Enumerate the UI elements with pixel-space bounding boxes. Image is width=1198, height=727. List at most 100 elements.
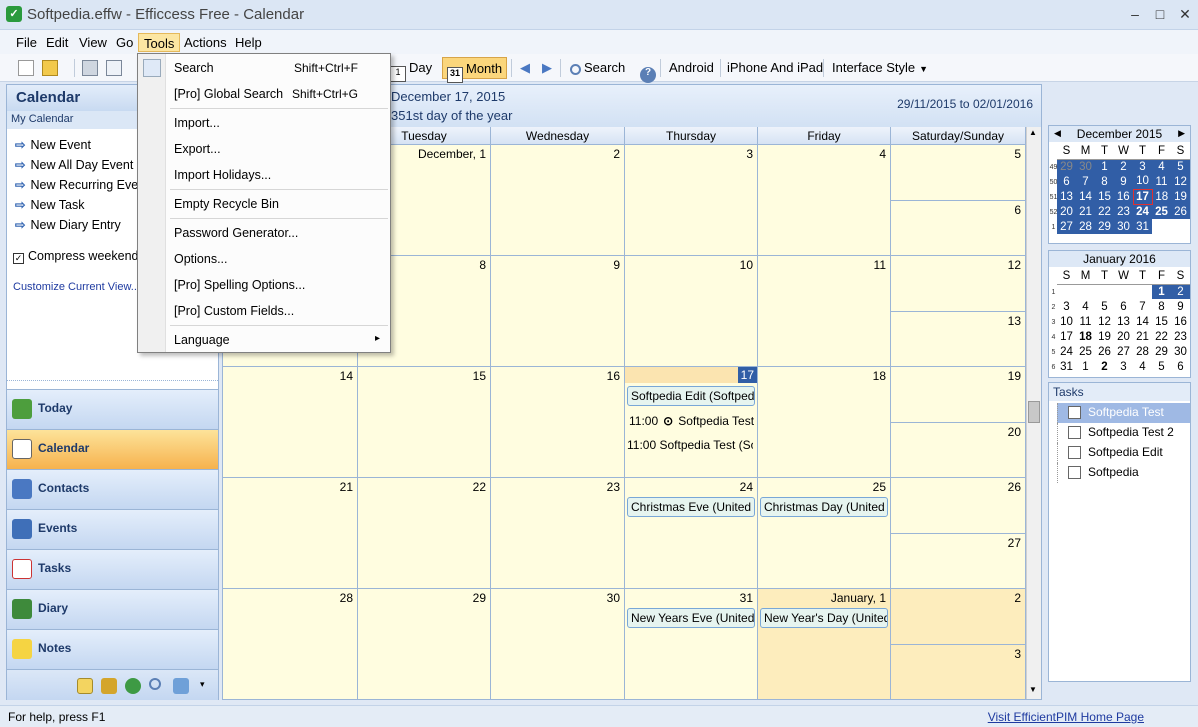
minimize-button[interactable]: – [1122, 4, 1148, 24]
mini-calendar-day[interactable]: 19 [1171, 189, 1190, 204]
mini-calendar-day[interactable]: 2 [1171, 284, 1190, 299]
task-item[interactable]: Softpedia Test 2 [1057, 423, 1190, 443]
nav-notes[interactable]: Notes [7, 629, 218, 669]
new-recurring-event-link[interactable]: ⇨ New Recurring Event [15, 177, 149, 192]
new-event-link[interactable]: ⇨ New Event [15, 137, 91, 152]
prev-month-icon[interactable]: ◀ [1054, 128, 1061, 139]
day-cell[interactable]: 24 [625, 478, 758, 589]
task-checkbox[interactable] [1068, 466, 1081, 479]
mini-calendar-day[interactable]: 4 [1076, 299, 1095, 314]
menu-actions[interactable]: Actions [179, 33, 232, 52]
nav-diary[interactable]: Diary [7, 589, 218, 629]
open-file-button[interactable] [38, 57, 65, 79]
clipboard-icon[interactable] [77, 678, 93, 694]
mini-calendar-day[interactable]: 21 [1133, 329, 1152, 344]
mini-calendar-day[interactable]: 23 [1171, 329, 1190, 344]
event-item[interactable]: New Years Eve (United S [627, 608, 755, 628]
menu-item-spelling-options[interactable]: [Pro] Spelling Options... [174, 278, 384, 292]
mini-calendar-day[interactable]: 20 [1057, 204, 1076, 219]
mini-calendar-day[interactable]: 9 [1114, 174, 1133, 189]
mini-calendar-day[interactable]: 1 [1095, 159, 1114, 174]
mini-calendar-day[interactable]: 8 [1152, 299, 1171, 314]
mini-calendar-day[interactable]: 11 [1076, 314, 1095, 329]
new-task-link[interactable]: ⇨ New Task [15, 197, 84, 212]
saturday-cell[interactable]: 19 [891, 367, 1026, 423]
day-cell[interactable]: 28 [223, 589, 358, 700]
day-cell[interactable]: 16 [491, 367, 625, 478]
mini-calendar-day[interactable]: 5 [1152, 359, 1171, 374]
scroll-thumb[interactable] [1028, 401, 1040, 423]
mini-calendar-day[interactable]: 2 [1095, 359, 1114, 374]
more-buttons-icon[interactable]: ▾ [200, 679, 205, 690]
mini-calendar-day[interactable]: 28 [1133, 344, 1152, 359]
day-cell[interactable]: 3 [625, 145, 758, 256]
mini-calendar-day[interactable]: 20 [1114, 329, 1133, 344]
day-cell[interactable]: 30 [491, 589, 625, 700]
event-item[interactable]: New Year's Day (United S [760, 608, 888, 628]
compress-weekend-checkbox[interactable]: ✓ Compress weekend [13, 249, 138, 264]
sunday-cell[interactable]: 13 [891, 311, 1026, 367]
nav-today[interactable]: Today [7, 389, 218, 429]
sunday-cell[interactable]: 27 [891, 533, 1026, 589]
key-icon[interactable] [101, 678, 117, 694]
menu-item-global-search[interactable]: [Pro] Global Search Shift+Ctrl+G [174, 87, 384, 101]
mini-calendar-day[interactable]: 31 [1133, 219, 1152, 234]
print-button[interactable] [78, 57, 105, 79]
globe-icon[interactable] [125, 678, 141, 694]
saturday-cell[interactable]: 26 [891, 478, 1026, 534]
saturday-cell[interactable]: 12 [891, 256, 1026, 312]
task-checkbox[interactable] [1068, 406, 1081, 419]
mini-calendar-day[interactable]: 19 [1095, 329, 1114, 344]
mini-calendar-day[interactable]: 13 [1057, 189, 1076, 204]
mini-calendar-day[interactable]: 16 [1114, 189, 1133, 204]
mini-calendar-day[interactable]: 22 [1095, 204, 1114, 219]
mini-calendar-day[interactable]: 24 [1133, 204, 1152, 219]
scroll-down-icon[interactable]: ▼ [1029, 685, 1037, 694]
mini-calendar-day[interactable]: 17 [1057, 329, 1076, 344]
mini-calendar-day[interactable]: 21 [1076, 204, 1095, 219]
month-view-button[interactable]: 31 Month [442, 57, 508, 83]
previous-button[interactable]: ◀ [516, 57, 534, 79]
maximize-button[interactable]: □ [1147, 4, 1173, 24]
mini-calendar-day[interactable]: 6 [1171, 359, 1190, 374]
task-item[interactable]: Softpedia Test [1057, 403, 1190, 423]
menu-item-password-generator[interactable]: Password Generator... [174, 226, 384, 240]
day-cell[interactable]: 9 [491, 256, 625, 367]
new-all-day-event-link[interactable]: ⇨ New All Day Event [15, 157, 133, 172]
mini-calendar-day[interactable]: 9 [1171, 299, 1190, 314]
help-button[interactable]: ? [636, 57, 663, 83]
mini-calendar-day[interactable]: 12 [1095, 314, 1114, 329]
menu-item-options[interactable]: Options... [174, 252, 384, 266]
day-cell[interactable]: 10 [625, 256, 758, 367]
interface-style-button[interactable]: Interface Style ▼ [828, 57, 932, 79]
event-item[interactable]: Christmas Eve (United St [627, 497, 755, 517]
mini-calendar-day[interactable]: 14 [1076, 189, 1095, 204]
mini-calendar-day[interactable]: 29 [1152, 344, 1171, 359]
task-checkbox[interactable] [1068, 426, 1081, 439]
mini-calendar-day[interactable]: 14 [1133, 314, 1152, 329]
mini-calendar-day[interactable]: 28 [1076, 219, 1095, 234]
new-diary-entry-link[interactable]: ⇨ New Diary Entry [15, 217, 121, 232]
saturday-cell[interactable]: 5 [891, 145, 1026, 201]
menu-file[interactable]: File [11, 33, 42, 52]
day-cell[interactable]: 2 [491, 145, 625, 256]
menu-item-custom-fields[interactable]: [Pro] Custom Fields... [174, 304, 384, 318]
sunday-cell[interactable]: 3 [891, 644, 1026, 700]
mini-calendar-day[interactable]: 16 [1171, 314, 1190, 329]
menu-tools[interactable]: Tools [138, 33, 181, 52]
mini-calendar-day[interactable]: 11 [1152, 174, 1171, 189]
mini-calendar-day[interactable]: 23 [1114, 204, 1133, 219]
mini-calendar-day[interactable]: 18 [1152, 189, 1171, 204]
magnifier-icon[interactable] [149, 678, 161, 690]
task-item[interactable]: Softpedia [1057, 463, 1190, 483]
nav-contacts[interactable]: Contacts [7, 469, 218, 509]
day-cell[interactable]: 14 [223, 367, 358, 478]
day-cell[interactable]: 23 [491, 478, 625, 589]
mini-calendar-day[interactable]: 2 [1114, 159, 1133, 174]
day-cell[interactable]: January, 1 [758, 589, 891, 700]
mini-calendar-day[interactable]: 6 [1057, 174, 1076, 189]
mini-calendar-day[interactable]: 15 [1152, 314, 1171, 329]
splitter-handle[interactable] [7, 380, 218, 384]
vertical-scrollbar[interactable]: ▲ ▼ [1026, 127, 1041, 699]
mini-calendar-day[interactable]: 3 [1133, 159, 1152, 174]
